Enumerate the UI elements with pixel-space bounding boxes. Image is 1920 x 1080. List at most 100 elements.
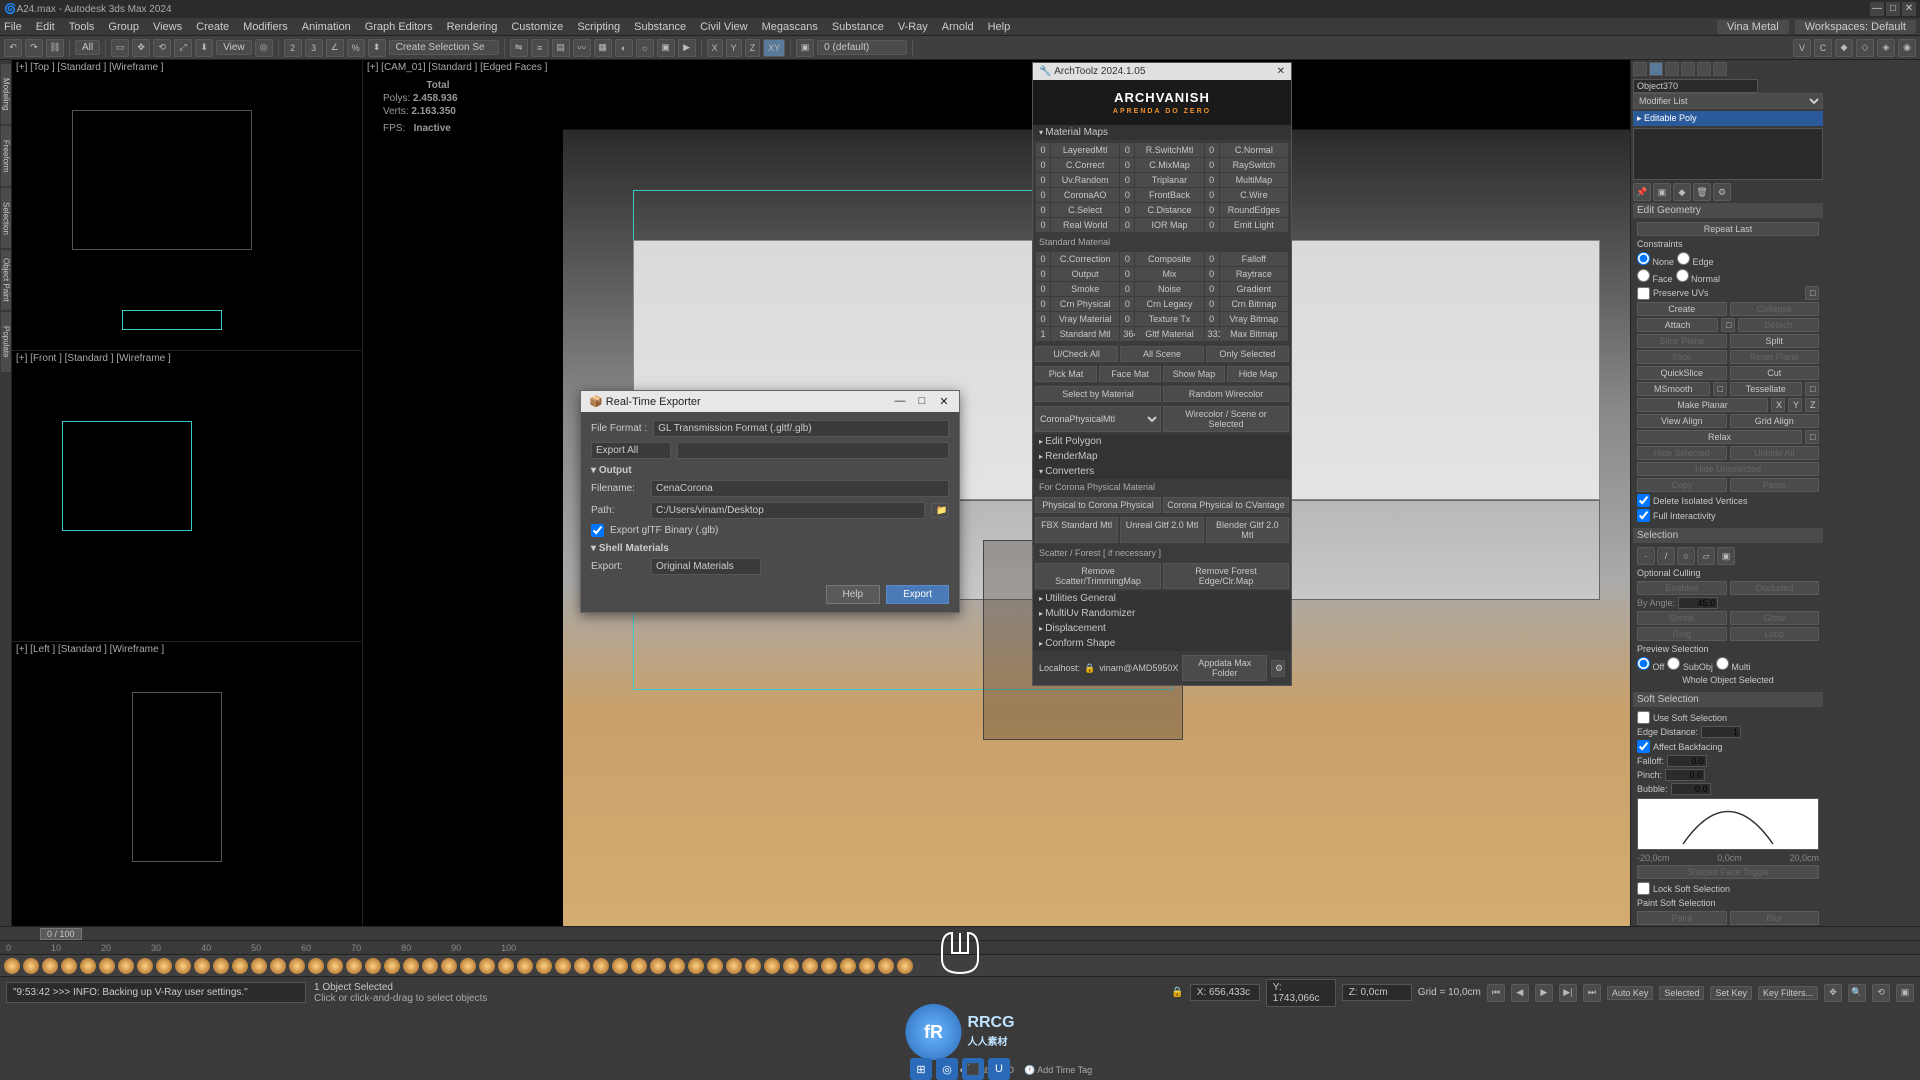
exporter-dialog[interactable]: 📦 Real-Time Exporter — □ ✕ File Format :…: [580, 390, 960, 613]
tool-b-icon[interactable]: ◇: [1856, 39, 1874, 57]
axis-z[interactable]: Z: [745, 39, 761, 57]
os-task-icon[interactable]: U: [988, 1058, 1010, 1080]
material-sphere-icon[interactable]: [175, 958, 191, 974]
affect-bf-check[interactable]: [1637, 740, 1650, 753]
mat-cell[interactable]: Noise: [1135, 282, 1203, 296]
copy-button[interactable]: Copy: [1637, 478, 1727, 492]
cmd-tab-create[interactable]: [1633, 62, 1647, 76]
menu-edit[interactable]: Edit: [36, 21, 55, 33]
coord-x[interactable]: X: 656,433c: [1190, 984, 1260, 1001]
repeat-last-button[interactable]: Repeat Last: [1637, 222, 1819, 236]
arch-btn-remove-scatter-trimmingmap[interactable]: Remove Scatter/TrimmingMap: [1035, 563, 1161, 589]
material-sphere-icon[interactable]: [327, 958, 343, 974]
selection-filter[interactable]: All: [75, 40, 100, 55]
mat-cell[interactable]: Gradient: [1220, 282, 1288, 296]
menu-civil-view[interactable]: Civil View: [700, 21, 747, 33]
mat-cell[interactable]: Mix: [1135, 267, 1203, 281]
mat-cell[interactable]: C.Correct: [1051, 158, 1119, 172]
mat-cell[interactable]: Vray Material: [1051, 312, 1119, 326]
material-sphere-icon[interactable]: [118, 958, 134, 974]
relax-button[interactable]: Relax: [1637, 430, 1802, 444]
view-align-button[interactable]: View Align: [1637, 414, 1727, 428]
arch-btn-only-selected[interactable]: Only Selected: [1206, 346, 1289, 362]
tool-d-icon[interactable]: ◉: [1898, 39, 1916, 57]
scale-icon[interactable]: ⤢: [174, 39, 192, 57]
material-sphere-icon[interactable]: [61, 958, 77, 974]
material-sphere-icon[interactable]: [23, 958, 39, 974]
nav-pan-icon[interactable]: ✥: [1824, 984, 1842, 1002]
sec-conform[interactable]: Conform Shape: [1033, 636, 1291, 651]
mat-cell[interactable]: Falloff: [1220, 252, 1288, 266]
filename-field[interactable]: [651, 480, 949, 497]
arch-btn-corona-physical-to-cvantage[interactable]: Corona Physical to CVantage: [1163, 497, 1289, 513]
material-editor-icon[interactable]: ◐: [615, 39, 633, 57]
mat-cell[interactable]: Triplanar: [1135, 173, 1203, 187]
keyfilters-button[interactable]: Key Filters...: [1758, 986, 1818, 1000]
rollout-edit-geometry[interactable]: Edit Geometry: [1633, 203, 1823, 218]
gear-icon[interactable]: ⚙: [1271, 660, 1285, 677]
menu-modifiers[interactable]: Modifiers: [243, 21, 288, 33]
mat-cell[interactable]: Crn Bitmap: [1220, 297, 1288, 311]
hide-selected-button[interactable]: Hide Selected: [1637, 446, 1727, 460]
arch-btn-random-wirecolor[interactable]: Random Wirecolor: [1163, 386, 1289, 402]
mat-cell[interactable]: C.Wire: [1220, 188, 1288, 202]
preserve-uvs-settings[interactable]: □: [1805, 286, 1819, 300]
pivot-icon[interactable]: ◎: [255, 39, 273, 57]
material-sphere-icon[interactable]: [4, 958, 20, 974]
menu-views[interactable]: Views: [153, 21, 182, 33]
split-button[interactable]: Split: [1730, 334, 1820, 348]
align-icon[interactable]: ≡: [531, 39, 549, 57]
redo-icon[interactable]: ↷: [25, 39, 43, 57]
use-ss-check[interactable]: [1637, 711, 1650, 724]
material-sphere-icon[interactable]: [631, 958, 647, 974]
export-button[interactable]: Export: [886, 585, 949, 604]
material-sphere-icon[interactable]: [802, 958, 818, 974]
material-sphere-icon[interactable]: [688, 958, 704, 974]
arch-btn-fbx-standard-mtl[interactable]: FBX Standard Mtl: [1035, 517, 1118, 543]
material-sphere-icon[interactable]: [650, 958, 666, 974]
material-sphere-icon[interactable]: [308, 958, 324, 974]
coord-y[interactable]: Y: 1743,066c: [1266, 979, 1336, 1007]
cmd-tab-display[interactable]: [1697, 62, 1711, 76]
layers-icon[interactable]: ▤: [552, 39, 570, 57]
tool-a-icon[interactable]: ◆: [1835, 39, 1853, 57]
material-sphere-icon[interactable]: [897, 958, 913, 974]
mat-cell[interactable]: Real World: [1051, 218, 1119, 232]
falloff-spinner[interactable]: [1667, 755, 1707, 767]
preview-subobj[interactable]: [1667, 657, 1680, 670]
spinner-snap-icon[interactable]: ⬍: [368, 39, 386, 57]
os-task-icon[interactable]: ◎: [936, 1058, 958, 1080]
mat-cell[interactable]: C.Select: [1051, 203, 1119, 217]
curve-editor-icon[interactable]: 〰: [573, 39, 591, 57]
vray-icon[interactable]: V: [1793, 39, 1811, 57]
material-sphere-icon[interactable]: [840, 958, 856, 974]
material-sphere-icon[interactable]: [479, 958, 495, 974]
hide-unselected-button[interactable]: Hide Unselected: [1637, 462, 1819, 476]
rollout-soft-selection[interactable]: Soft Selection: [1633, 692, 1823, 707]
cmd-tab-modify[interactable]: [1649, 62, 1663, 76]
play-end-icon[interactable]: ⏭: [1583, 984, 1601, 1002]
nav-orbit-icon[interactable]: ⟲: [1872, 984, 1890, 1002]
file-format-dropdown[interactable]: GL Transmission Format (.gltf/.glb): [653, 420, 949, 437]
snap-3d-icon[interactable]: 3: [305, 39, 323, 57]
os-task-icon[interactable]: ⬛: [962, 1058, 984, 1080]
bubble-spinner[interactable]: [1671, 783, 1711, 795]
material-sphere-icon[interactable]: [232, 958, 248, 974]
material-sphere-icon[interactable]: [422, 958, 438, 974]
glb-binary-check[interactable]: [591, 524, 604, 537]
material-sphere-icon[interactable]: [764, 958, 780, 974]
material-sphere-icon[interactable]: [441, 958, 457, 974]
material-sphere-icon[interactable]: [859, 958, 875, 974]
play-next-icon[interactable]: ▶|: [1559, 984, 1577, 1002]
constraint-face[interactable]: [1637, 269, 1650, 282]
axis-x[interactable]: X: [707, 39, 723, 57]
attach-list-button[interactable]: □: [1721, 318, 1735, 332]
percent-snap-icon[interactable]: %: [347, 39, 365, 57]
menu-file[interactable]: File: [4, 21, 22, 33]
slice-button[interactable]: Slice: [1637, 350, 1727, 364]
collapse-button[interactable]: Collapse: [1730, 302, 1820, 316]
material-sphere-icon[interactable]: [251, 958, 267, 974]
cmd-tab-motion[interactable]: [1681, 62, 1695, 76]
detach-button[interactable]: Detach: [1738, 318, 1819, 332]
preserve-uvs-check[interactable]: [1637, 287, 1650, 300]
